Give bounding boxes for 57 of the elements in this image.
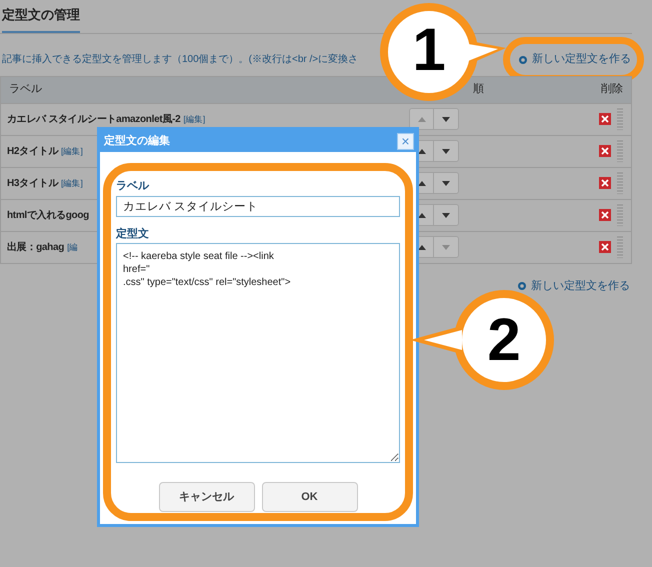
description: 記事に挿入できる定型文を管理します（100個まで）。(※改行は<br />に変換さ (2, 52, 358, 67)
close-icon (601, 211, 609, 219)
triangle-up-icon (418, 212, 426, 218)
circle-bullet-icon (517, 280, 527, 291)
delete-button[interactable] (599, 145, 611, 157)
edit-link[interactable]: [編集] (60, 176, 83, 190)
triangle-up-icon (418, 244, 426, 250)
field-label: ラベル (116, 179, 150, 194)
delete-button[interactable] (599, 113, 611, 125)
drag-handle-icon[interactable] (617, 236, 623, 258)
callout-number: 2 (486, 308, 522, 372)
row-label: H2タイトル (7, 144, 58, 158)
drag-handle-icon[interactable] (617, 204, 623, 226)
triangle-up-icon (418, 116, 426, 122)
triangle-down-icon (442, 116, 450, 122)
delete-button[interactable] (599, 241, 611, 253)
column-header: 順 (473, 82, 485, 98)
move-down-button[interactable] (434, 109, 458, 129)
triangle-down-icon (442, 244, 450, 250)
move-down-button[interactable] (434, 173, 458, 193)
move-down-button[interactable] (434, 205, 458, 225)
triangle-down-icon (442, 148, 450, 154)
triangle-up-icon (418, 148, 426, 154)
delete-button[interactable] (599, 177, 611, 189)
edit-link[interactable]: [編集] (60, 144, 83, 158)
dialog-title: 定型文の編集 (104, 134, 170, 149)
cancel-button[interactable]: キャンセル (158, 482, 254, 512)
delete-button[interactable] (599, 209, 611, 221)
ok-button[interactable]: OK (262, 482, 358, 512)
edit-link[interactable]: [編集] (183, 112, 205, 126)
callout-number: 1 (411, 18, 447, 82)
template-textarea[interactable]: <!-- kaereba style seat file --><link href=" .css" type="text/css" rel="stylesheet"> (116, 243, 400, 463)
drag-handle-icon[interactable] (617, 140, 623, 162)
field-label: 定型文 (116, 226, 150, 242)
close-button[interactable]: × (397, 132, 414, 150)
move-down-button[interactable] (434, 141, 458, 161)
label-input[interactable]: カエレバ スタイルシート (116, 196, 400, 216)
column-header: 削除 (601, 82, 623, 98)
row-label: htmlで入れるgoog (7, 208, 89, 222)
triangle-down-icon (442, 180, 450, 186)
new-template-link[interactable]: 新しい定型文を作る (518, 51, 631, 68)
close-icon (601, 115, 609, 123)
triangle-down-icon (442, 212, 450, 218)
circle-bullet-icon (518, 54, 528, 64)
close-icon (601, 147, 609, 155)
drag-handle-icon[interactable] (617, 108, 623, 130)
row-label: 出展：gahag (7, 240, 64, 254)
edit-link[interactable]: [編 (67, 240, 78, 254)
row-label: H3タイトル (7, 176, 58, 190)
column-header: ラベル (9, 82, 43, 98)
page-title: 定型文の管理 (2, 5, 80, 32)
close-icon (601, 243, 609, 251)
row-label: カエレバ スタイルシートamazonlet風-2 (7, 112, 180, 126)
new-template-link[interactable]: 新しい定型文を作る (517, 278, 630, 294)
drag-handle-icon[interactable] (617, 172, 623, 194)
close-icon (601, 179, 609, 187)
triangle-up-icon (418, 180, 426, 186)
